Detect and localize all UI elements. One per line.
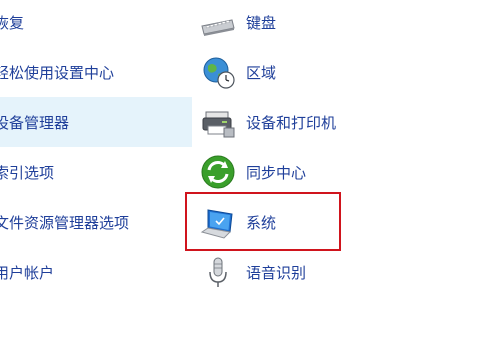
- item-label: 语音识别: [246, 263, 307, 282]
- control-panel-item-speech-recognition[interactable]: 语音识别: [198, 247, 498, 297]
- item-label: 轻松使用设置中心: [0, 63, 115, 82]
- item-label: 文件资源管理器选项: [0, 213, 130, 232]
- control-panel-item-ease-of-access[interactable]: 轻松使用设置中心: [0, 47, 192, 97]
- control-panel-item-keyboard[interactable]: 键盘: [198, 0, 498, 47]
- item-label: 设备和打印机: [246, 113, 337, 132]
- item-label: 系统: [246, 213, 277, 232]
- control-panel-item-file-explorer-options[interactable]: 文件资源管理器选项: [0, 197, 192, 247]
- item-label: 键盘: [246, 13, 277, 32]
- item-label: 同步中心: [246, 163, 307, 182]
- item-label: 索引选项: [0, 163, 55, 182]
- control-panel-item-user-accounts[interactable]: 用户帐户: [0, 247, 192, 297]
- microphone-icon: [198, 252, 238, 292]
- control-panel-item-indexing-options[interactable]: 索引选项: [0, 147, 192, 197]
- control-panel-item-sync-center[interactable]: 同步中心: [198, 147, 498, 197]
- item-label: 设备管理器: [0, 113, 70, 132]
- control-panel-item-recovery[interactable]: 恢复: [0, 0, 192, 47]
- printer-icon: [198, 102, 238, 142]
- control-panel-item-system[interactable]: 系统: [198, 197, 498, 247]
- globe-clock-icon: [198, 52, 238, 92]
- laptop-icon: [198, 202, 238, 242]
- control-panel-item-device-manager[interactable]: 设备管理器: [0, 97, 192, 147]
- control-panel-item-region[interactable]: 区域: [198, 47, 498, 97]
- keyboard-icon: [198, 2, 238, 42]
- item-label: 用户帐户: [0, 263, 55, 282]
- control-panel-item-devices-and-printers[interactable]: 设备和打印机: [198, 97, 498, 147]
- sync-icon: [198, 152, 238, 192]
- item-label: 区域: [246, 63, 277, 82]
- item-label: 恢复: [0, 13, 25, 32]
